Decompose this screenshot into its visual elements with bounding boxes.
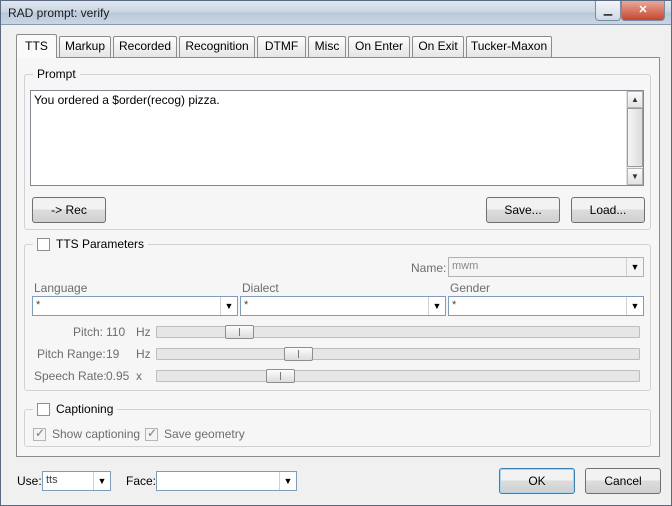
save-geometry-label: Save geometry xyxy=(164,427,245,441)
speech-rate-value: 0.95 xyxy=(106,369,130,383)
tab-on-exit[interactable]: On Exit xyxy=(412,36,464,57)
use-select[interactable]: tts ▼ xyxy=(42,471,111,491)
dialect-label: Dialect xyxy=(242,281,279,295)
save-geometry-checkbox[interactable] xyxy=(145,426,158,441)
pitch-unit: Hz xyxy=(136,325,151,339)
tab-recorded[interactable]: Recorded xyxy=(113,36,177,57)
tab-dtmf[interactable]: DTMF xyxy=(257,36,306,57)
window-title: RAD prompt: verify xyxy=(8,6,110,20)
gender-label: Gender xyxy=(450,281,491,295)
ok-button[interactable]: OK xyxy=(499,468,575,494)
chevron-down-icon: ▼ xyxy=(93,472,110,490)
prompt-group-label: Prompt xyxy=(37,67,76,81)
captioning-group: Captioning Show captioning Save geometry xyxy=(24,402,651,447)
captioning-label: Captioning xyxy=(56,402,114,416)
chevron-down-icon: ▼ xyxy=(626,297,643,315)
prompt-group: Prompt You ordered a $order(recog) pizza… xyxy=(24,67,651,230)
tab-markup[interactable]: Markup xyxy=(59,36,111,57)
pitch-range-slider-thumb[interactable] xyxy=(284,347,313,361)
name-value: mwm xyxy=(452,260,479,272)
speech-rate-slider-thumb[interactable] xyxy=(266,369,295,383)
title-bar[interactable]: RAD prompt: verify ▁ ✕ xyxy=(1,1,671,25)
scroll-thumb[interactable] xyxy=(627,108,643,167)
dialect-select[interactable]: * ▼ xyxy=(240,296,446,316)
tts-parameters-label: TTS Parameters xyxy=(56,237,145,251)
tab-misc[interactable]: Misc xyxy=(308,36,346,57)
pitch-range-label: Pitch Range: xyxy=(37,347,106,361)
chevron-down-icon: ▼ xyxy=(428,297,445,315)
minimize-button[interactable]: ▁ xyxy=(595,1,621,21)
close-button[interactable]: ✕ xyxy=(621,1,665,21)
cancel-button[interactable]: Cancel xyxy=(585,468,661,494)
name-select[interactable]: mwm ▼ xyxy=(448,257,644,277)
pitch-range-value: 19 xyxy=(106,347,120,361)
pitch-range-slider[interactable] xyxy=(156,347,640,361)
dialect-value: * xyxy=(244,299,249,311)
speech-rate-label: Speech Rate: xyxy=(34,369,107,383)
pitch-slider[interactable] xyxy=(156,325,640,339)
face-label: Face: xyxy=(126,474,157,488)
prompt-scrollbar[interactable]: ▲ ▼ xyxy=(626,91,643,185)
load-button[interactable]: Load... xyxy=(571,197,645,223)
name-label: Name: xyxy=(411,261,447,275)
tab-on-enter[interactable]: On Enter xyxy=(348,36,410,57)
rec-button[interactable]: -> Rec xyxy=(32,197,106,223)
chevron-down-icon: ▼ xyxy=(626,258,643,276)
scroll-up-arrow-icon[interactable]: ▲ xyxy=(627,91,643,108)
pitch-label: Pitch: xyxy=(73,325,104,339)
dialog-window: RAD prompt: verify ▁ ✕ TTS Markup Record… xyxy=(0,0,672,506)
pitch-value: 110 xyxy=(106,325,126,339)
tab-tts[interactable]: TTS xyxy=(16,34,57,58)
captioning-checkbox[interactable] xyxy=(37,402,50,416)
tts-parameters-checkbox[interactable] xyxy=(37,237,50,251)
show-captioning-option[interactable]: Show captioning xyxy=(33,426,141,441)
tts-tab-panel: Prompt You ordered a $order(recog) pizza… xyxy=(16,57,660,457)
face-select[interactable]: ▼ xyxy=(156,471,297,491)
tab-recognition[interactable]: Recognition xyxy=(179,36,255,57)
chevron-down-icon: ▼ xyxy=(220,297,237,315)
tab-tucker-maxon[interactable]: Tucker-Maxon xyxy=(466,36,552,57)
prompt-text: You ordered a $order(recog) pizza. xyxy=(34,93,220,107)
language-label: Language xyxy=(34,281,88,295)
speech-rate-unit: x xyxy=(136,369,142,383)
scroll-down-arrow-icon[interactable]: ▼ xyxy=(627,168,643,185)
save-button[interactable]: Save... xyxy=(486,197,560,223)
show-captioning-checkbox[interactable] xyxy=(33,426,46,441)
gender-value: * xyxy=(452,299,457,311)
save-geometry-option[interactable]: Save geometry xyxy=(145,426,245,441)
prompt-text-area[interactable]: You ordered a $order(recog) pizza. ▲ ▼ xyxy=(30,90,644,186)
tts-parameters-group: TTS Parameters Name: mwm ▼ Language Dial… xyxy=(24,237,651,391)
show-captioning-label: Show captioning xyxy=(52,427,141,441)
gender-select[interactable]: * ▼ xyxy=(448,296,644,316)
pitch-slider-thumb[interactable] xyxy=(225,325,254,339)
use-value: tts xyxy=(46,474,58,486)
pitch-range-unit: Hz xyxy=(136,347,151,361)
speech-rate-slider[interactable] xyxy=(156,369,640,383)
language-value: * xyxy=(36,299,41,311)
chevron-down-icon: ▼ xyxy=(279,472,296,490)
use-label: Use: xyxy=(17,474,42,488)
language-select[interactable]: * ▼ xyxy=(32,296,238,316)
